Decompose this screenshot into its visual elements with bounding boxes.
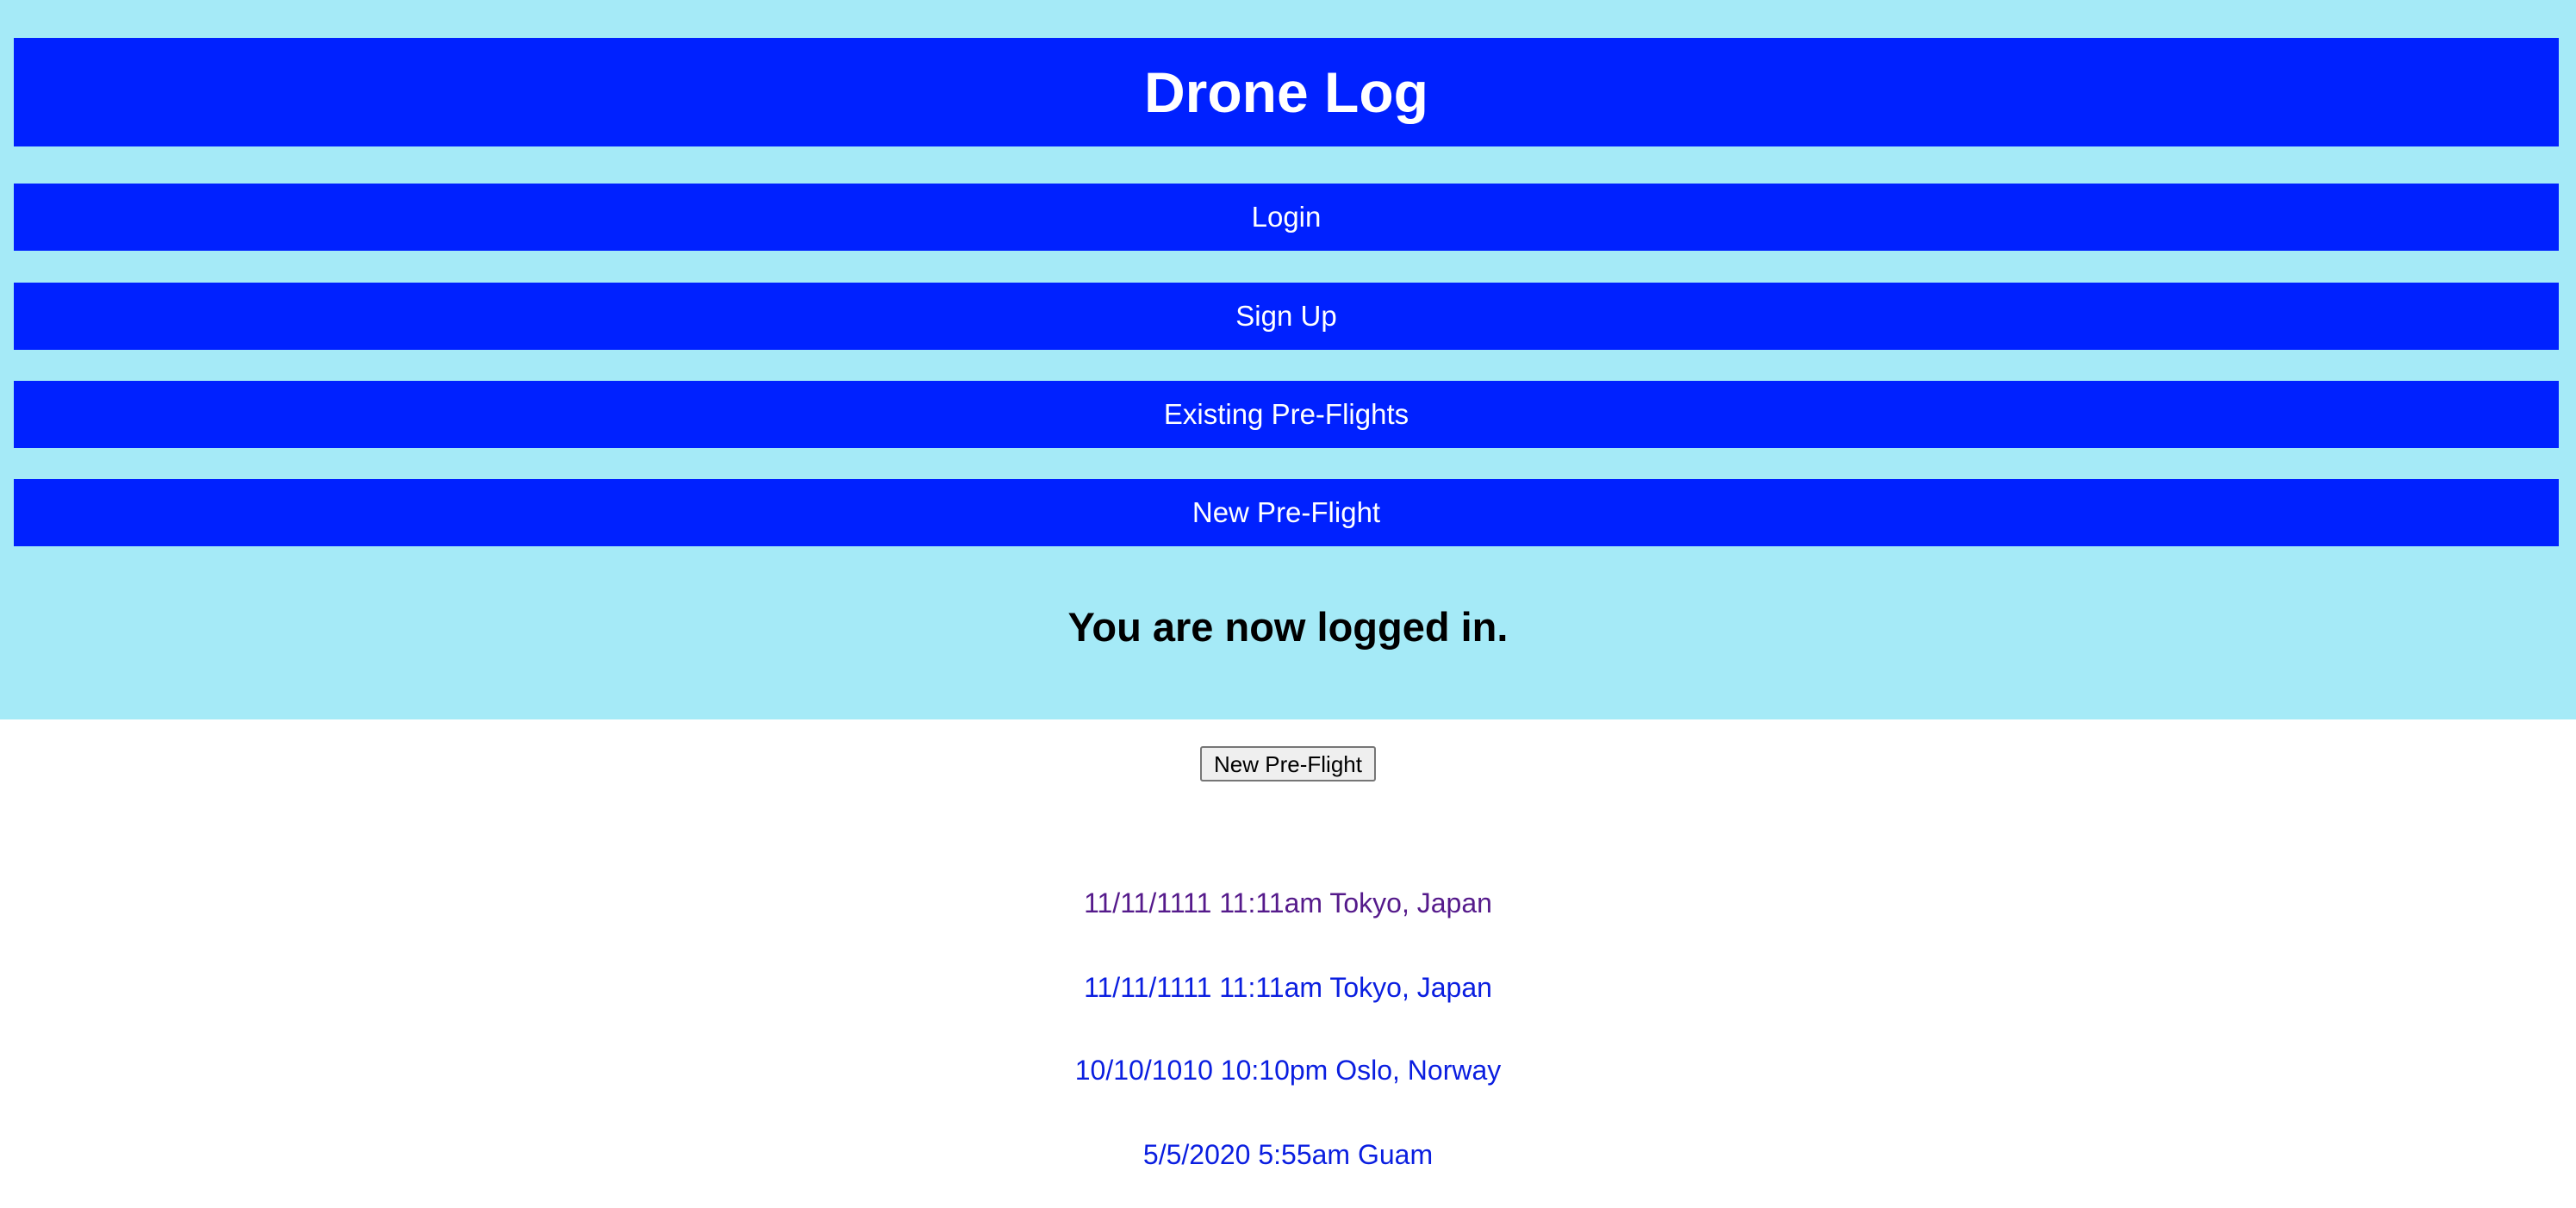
new-preflight-button-wrap: New Pre-Flight xyxy=(0,746,2576,781)
app-title: Drone Log xyxy=(1144,60,1428,124)
nav-login-button[interactable]: Login xyxy=(14,184,2559,251)
nav-new-preflight-button[interactable]: New Pre-Flight xyxy=(14,479,2559,546)
nav-existing-preflights-button[interactable]: Existing Pre-Flights xyxy=(14,381,2559,448)
list-item: 5/5/2020 5:55am Guam xyxy=(0,1139,2576,1171)
nav-signup-button[interactable]: Sign Up xyxy=(14,283,2559,350)
preflight-link[interactable]: 10/10/1010 10:10pm Oslo, Norway xyxy=(1075,1055,1502,1086)
title-bar: Drone Log xyxy=(14,38,2559,146)
preflight-link[interactable]: 11/11/1111 11:11am Tokyo, Japan xyxy=(1084,972,1492,1003)
list-item: 11/11/1111 11:11am Tokyo, Japan xyxy=(0,972,2576,1004)
header-area: Drone Log Login Sign Up Existing Pre-Fli… xyxy=(0,0,2576,719)
list-item: 11/11/1111 11:11am Tokyo, Japan xyxy=(0,887,2576,919)
new-preflight-button[interactable]: New Pre-Flight xyxy=(1200,746,1376,781)
preflight-link[interactable]: 5/5/2020 5:55am Guam xyxy=(1143,1139,1433,1170)
login-status-message: You are now logged in. xyxy=(1067,604,1509,650)
list-item: 10/10/1010 10:10pm Oslo, Norway xyxy=(0,1055,2576,1087)
preflight-link[interactable]: 11/11/1111 11:11am Tokyo, Japan xyxy=(1084,887,1492,918)
